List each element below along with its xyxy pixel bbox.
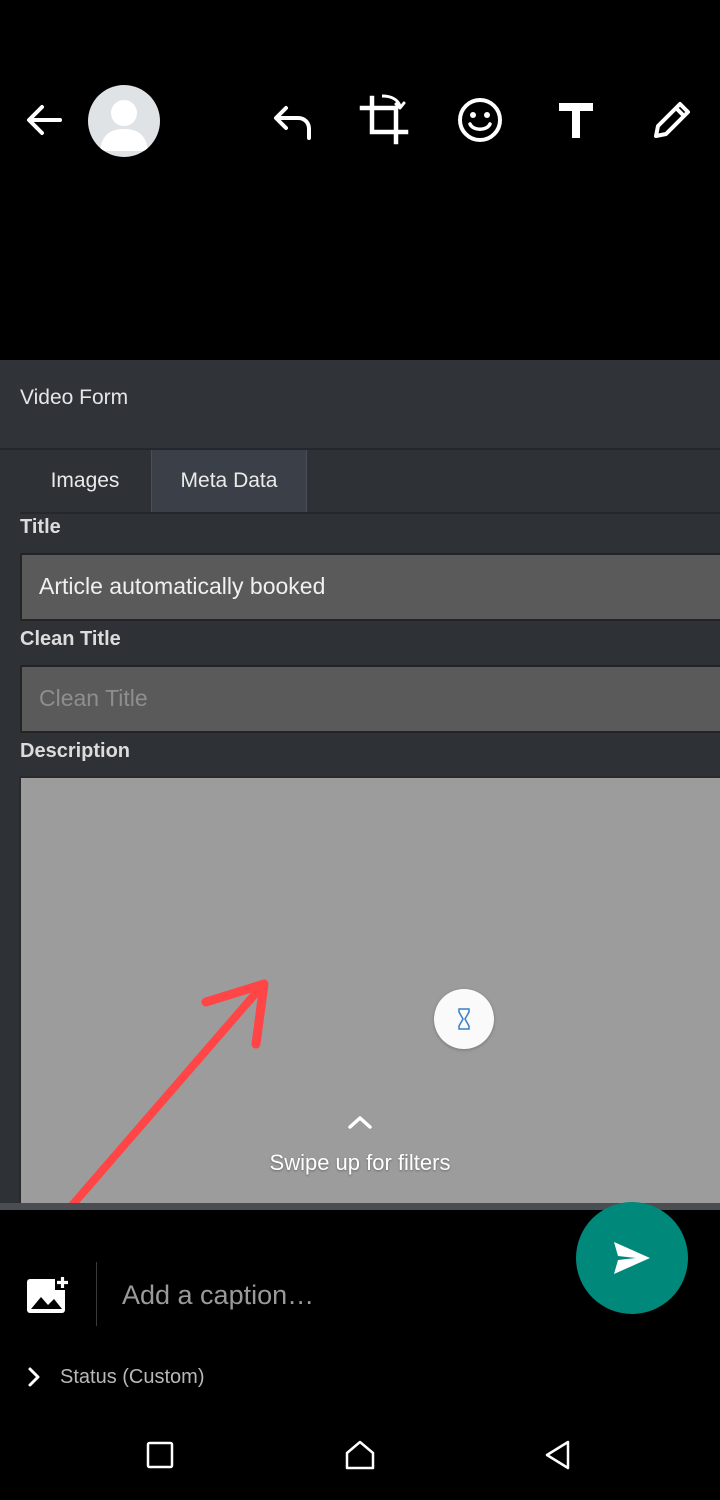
swipe-hint[interactable]: Swipe up for filters (0, 1112, 720, 1176)
emoji-button[interactable] (450, 90, 510, 150)
add-photo-icon (27, 1275, 70, 1313)
send-icon (614, 1242, 650, 1274)
draw-button[interactable] (642, 90, 702, 150)
text-button[interactable] (546, 90, 606, 150)
recents-button[interactable] (135, 1430, 185, 1480)
system-navigation-bar (0, 1410, 720, 1500)
annotation-arrow (64, 979, 269, 1210)
square-icon (146, 1441, 174, 1469)
editor-toolbar (0, 0, 720, 360)
home-icon (345, 1440, 375, 1470)
caption-divider (96, 1262, 97, 1326)
edited-image-preview[interactable]: Video Form Images Meta Data Title Articl… (0, 360, 720, 1210)
home-button[interactable] (335, 1430, 385, 1480)
status-label: Status (Custom) (60, 1365, 205, 1388)
arrow-left-icon (27, 105, 62, 135)
undo-button[interactable] (262, 90, 322, 150)
swipe-hint-text: Swipe up for filters (269, 1150, 451, 1175)
crop-rotate-icon (359, 94, 409, 145)
status-audience-selector[interactable]: Status (Custom) (26, 1362, 204, 1392)
pencil-icon (654, 102, 690, 138)
avatar[interactable] (88, 85, 160, 157)
send-button[interactable] (576, 1202, 688, 1314)
smiley-icon (458, 98, 502, 142)
add-media-button[interactable] (20, 1270, 76, 1320)
undo-icon (274, 106, 311, 140)
chevron-right-icon (28, 1367, 40, 1387)
text-icon (559, 103, 593, 138)
crop-rotate-button[interactable] (354, 90, 414, 150)
back-button[interactable] (14, 90, 74, 150)
chevron-up-icon (348, 1116, 372, 1129)
caption-bar: Status (Custom) (0, 1202, 720, 1410)
caption-input[interactable] (110, 1268, 550, 1322)
nav-back-button[interactable] (533, 1430, 583, 1480)
person-avatar-icon (100, 100, 148, 151)
triangle-back-icon (545, 1440, 570, 1470)
